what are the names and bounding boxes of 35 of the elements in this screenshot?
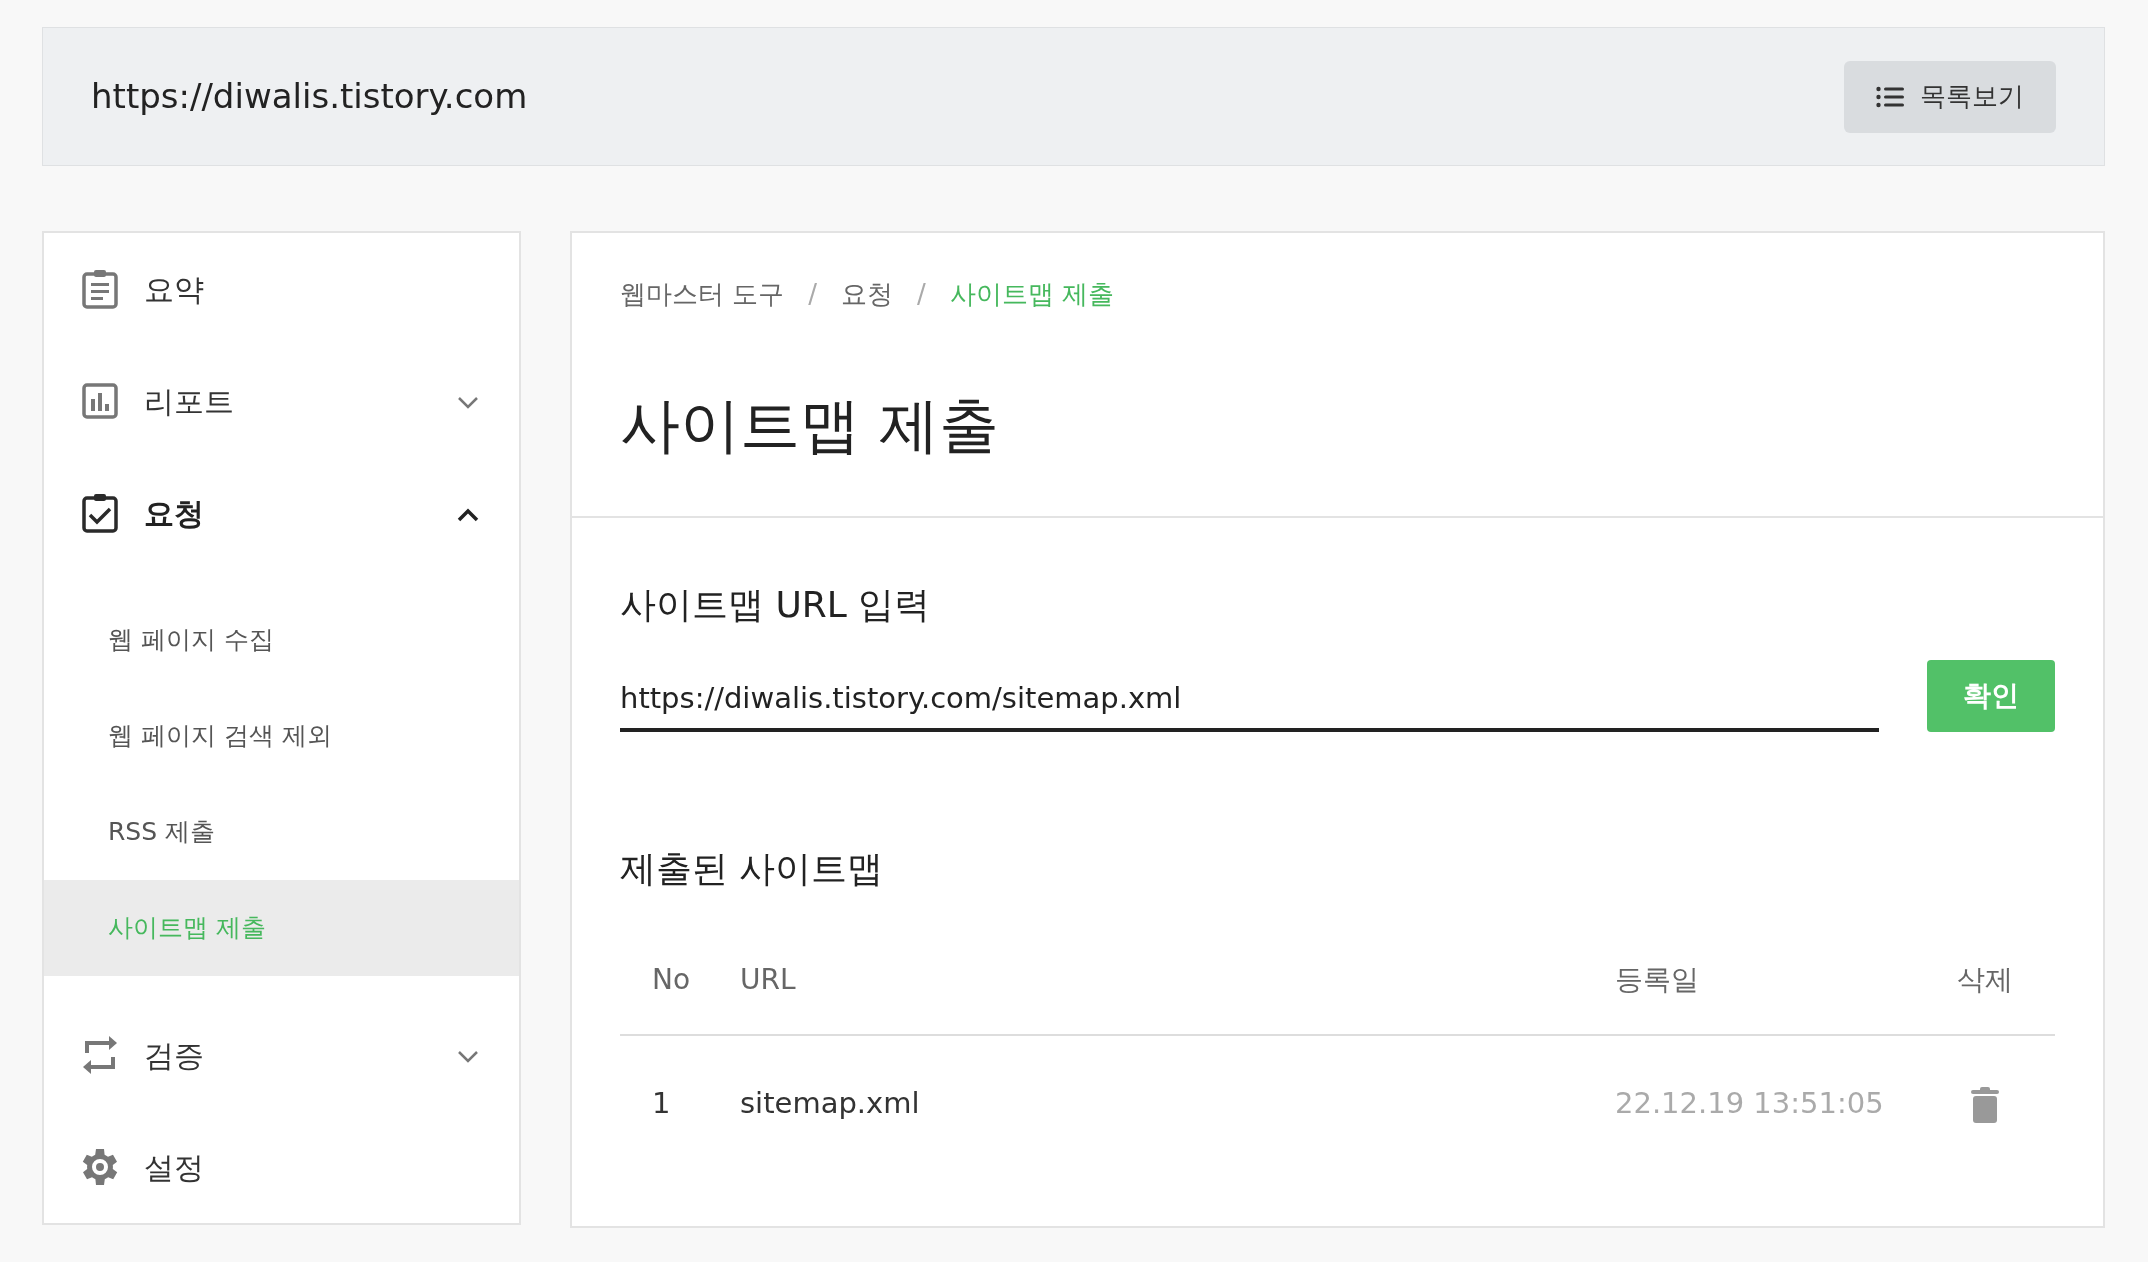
breadcrumb-separator: /	[808, 278, 818, 311]
column-header: URL	[740, 962, 797, 998]
list-icon	[1876, 85, 1904, 108]
trash-icon[interactable]	[1971, 1087, 1999, 1124]
table-cell-text: sitemap.xml	[740, 1085, 921, 1123]
breadcrumb-link[interactable]: 요청	[841, 275, 894, 314]
sidebar-item[interactable]: 설정	[144, 1144, 479, 1190]
sidebar-item[interactable]: 요약	[144, 266, 479, 312]
site-url: https://diwalis.tistory.com	[91, 75, 528, 118]
column-header: 등록일	[1615, 962, 1700, 998]
breadcrumb-link[interactable]: 웹마스터 도구	[620, 275, 785, 314]
column-header: 삭제	[1956, 962, 2014, 998]
section-heading: 제출된 사이트맵	[620, 847, 885, 891]
column-header: No	[651, 962, 692, 998]
section-heading: 사이트맵 URL 입력	[620, 583, 932, 627]
table-cell-text: 22.12.19 13:51:05	[1615, 1085, 1885, 1123]
url-input-field[interactable]: https://diwalis.tistory.com/sitemap.xml	[620, 668, 1879, 732]
sidebar-subitem[interactable]: 웹 페이지 수집	[44, 592, 519, 688]
page-title: 사이트맵 제출	[620, 389, 1001, 462]
chevron-down-icon[interactable]	[457, 396, 479, 410]
chevron-up-icon[interactable]	[457, 508, 479, 522]
gear-icon	[80, 1146, 120, 1188]
repeat-arrows-icon	[82, 1035, 118, 1075]
clipboard-check-icon	[82, 493, 118, 533]
table-cell-text: 1	[651, 1085, 672, 1123]
chevron-down-icon[interactable]	[457, 1050, 479, 1064]
bar-chart-icon	[82, 383, 118, 419]
list-view-button[interactable]: 목록보기	[1844, 60, 2056, 133]
breadcrumb-separator: /	[917, 278, 926, 311]
clipboard-icon	[82, 269, 118, 309]
sidebar-item[interactable]: 리포트	[144, 378, 457, 424]
sidebar-subitem[interactable]: 웹 페이지 검색 제외	[44, 688, 519, 784]
sidebar-subitem[interactable]: RSS 제출	[44, 784, 519, 880]
sidebar-item[interactable]: 요청	[144, 490, 457, 536]
sidebar-item[interactable]: 검증	[144, 1032, 457, 1078]
